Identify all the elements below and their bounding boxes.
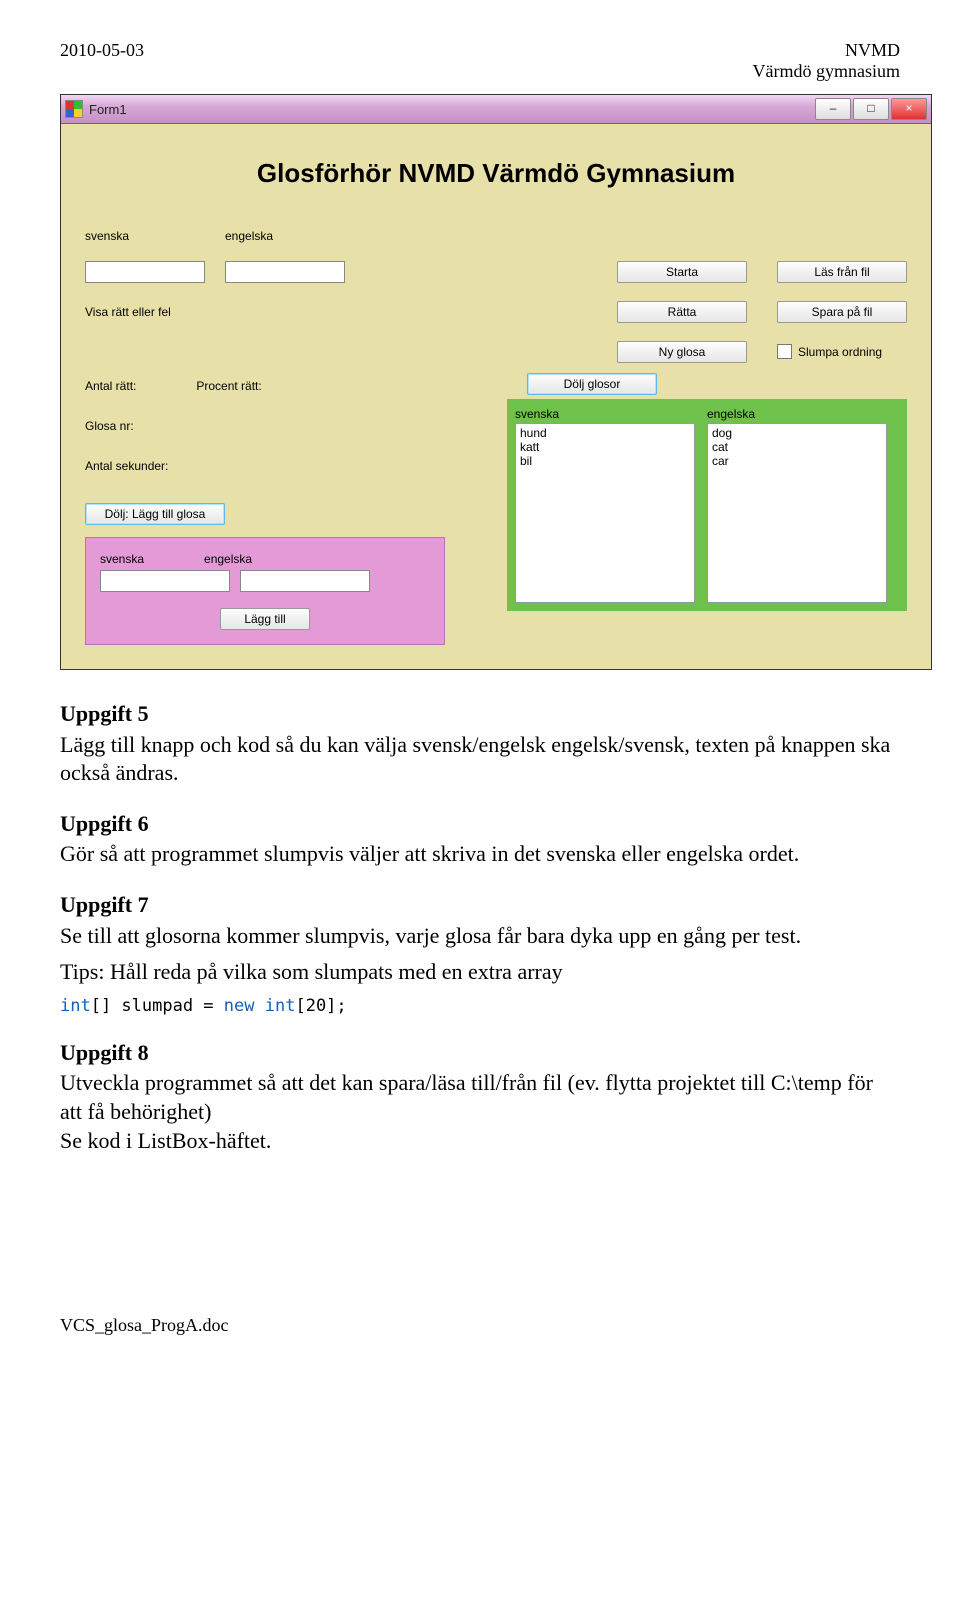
- window-maximize-button[interactable]: □: [853, 98, 889, 120]
- text-uppgift7-line1: Se till att glosorna kommer slumpvis, va…: [60, 922, 900, 951]
- listbox-svenska[interactable]: hund katt bil: [515, 423, 695, 603]
- doc-org-line2: Värmdö gymnasium: [753, 61, 900, 82]
- text-uppgift6: Gör så att programmet slumpvis väljer at…: [60, 840, 900, 869]
- heading-uppgift8: Uppgift 8: [60, 1039, 900, 1068]
- input-engelska[interactable]: [225, 261, 345, 283]
- pink-input-engelska[interactable]: [240, 570, 370, 592]
- button-starta[interactable]: Starta: [617, 261, 747, 283]
- app-title: Glosförhör NVMD Värmdö Gymnasium: [85, 158, 907, 189]
- button-sparafil[interactable]: Spara på fil: [777, 301, 907, 323]
- window-minimize-button[interactable]: –: [815, 98, 851, 120]
- heading-uppgift7: Uppgift 7: [60, 891, 900, 920]
- app-window: Form1 – □ × Glosförhör NVMD Värmdö Gymna…: [60, 94, 932, 670]
- label-antal-sekunder: Antal sekunder:: [85, 459, 465, 473]
- window-app-icon: [65, 100, 83, 118]
- label-visa-resultat: Visa rätt eller fel: [85, 305, 365, 319]
- listbox-engelska[interactable]: dog cat car: [707, 423, 887, 603]
- panel-lagg-till-glosa: svenska engelska Lägg till: [85, 537, 445, 645]
- window-close-button[interactable]: ×: [891, 98, 927, 120]
- pink-label-engelska: engelska: [204, 552, 252, 566]
- button-ratta[interactable]: Rätta: [617, 301, 747, 323]
- label-antal-ratt: Antal rätt:: [85, 379, 136, 393]
- document-header: 2010-05-03 NVMD Värmdö gymnasium: [60, 40, 900, 82]
- pink-label-svenska: svenska: [100, 552, 144, 566]
- heading-uppgift6: Uppgift 6: [60, 810, 900, 839]
- doc-org-line1: NVMD: [753, 40, 900, 61]
- heading-uppgift5: Uppgift 5: [60, 700, 900, 729]
- pink-input-svenska[interactable]: [100, 570, 230, 592]
- text-uppgift7-tips: Tips: Håll reda på vilka som slumpats me…: [60, 958, 900, 987]
- button-lagg-till[interactable]: Lägg till: [220, 608, 310, 630]
- button-lasfranfil[interactable]: Läs från fil: [777, 261, 907, 283]
- document-body: Uppgift 5 Lägg till knapp och kod så du …: [60, 700, 900, 1155]
- label-glosa-nr: Glosa nr:: [85, 419, 465, 433]
- button-nyglosa[interactable]: Ny glosa: [617, 341, 747, 363]
- checkbox-slumpa[interactable]: Slumpa ordning: [777, 343, 907, 361]
- input-svenska[interactable]: [85, 261, 205, 283]
- label-procent-ratt: Procent rätt:: [196, 379, 261, 393]
- doc-date: 2010-05-03: [60, 40, 144, 82]
- green-label-svenska: svenska: [515, 407, 695, 421]
- text-uppgift5: Lägg till knapp och kod så du kan välja …: [60, 731, 900, 788]
- code-uppgift7: int[] slumpad = new int[20];: [60, 995, 900, 1017]
- green-label-engelska: engelska: [707, 407, 887, 421]
- label-svenska: svenska: [85, 229, 225, 243]
- window-titlebar: Form1 – □ ×: [61, 95, 931, 124]
- label-engelska: engelska: [225, 229, 365, 243]
- document-footer: VCS_glosa_ProgA.doc: [60, 1315, 900, 1336]
- button-dolj-lagg-till-glosa[interactable]: Dölj: Lägg till glosa: [85, 503, 225, 525]
- window-title: Form1: [89, 102, 127, 117]
- panel-glosor: svenska hund katt bil engelska dog cat c…: [507, 399, 907, 611]
- button-dolj-glosor[interactable]: Dölj glosor: [527, 373, 657, 395]
- text-uppgift8: Utveckla programmet så att det kan spara…: [60, 1069, 900, 1155]
